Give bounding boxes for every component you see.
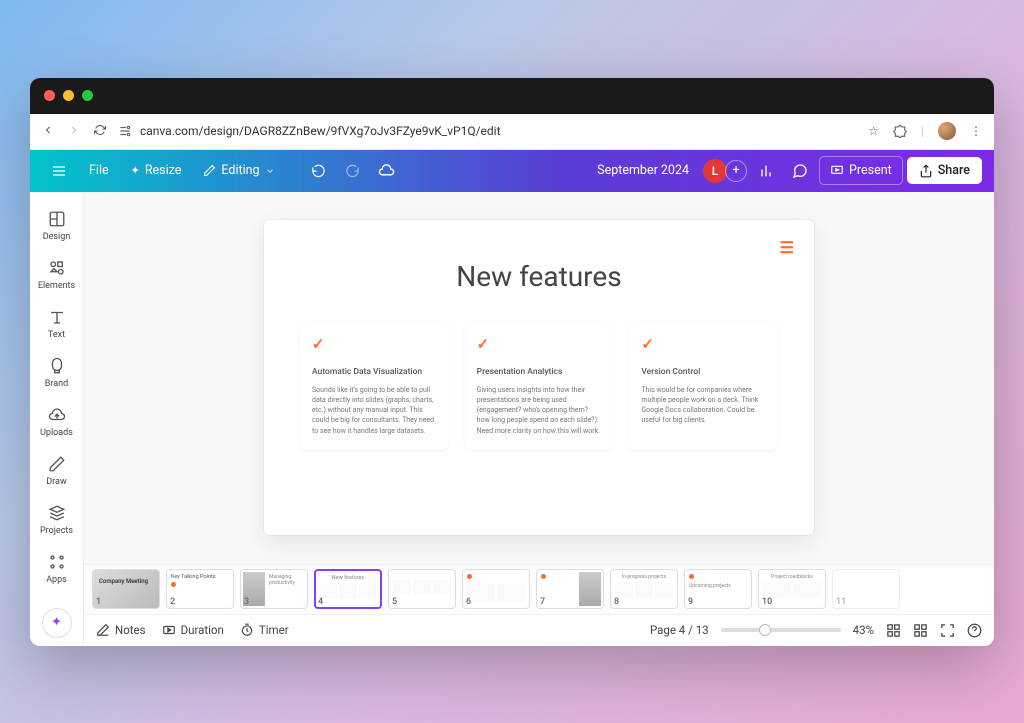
editing-mode-button[interactable]: Editing (194, 158, 283, 183)
sidebar-item-elements[interactable]: Elements (30, 251, 83, 298)
card-title: Version Control (641, 367, 766, 377)
slide-thumbnail[interactable]: Upcoming projects9 (684, 569, 752, 609)
slide-thumbnail[interactable]: 6 (462, 569, 530, 609)
slide-thumbnail[interactable]: Key Talking Points2 (166, 569, 234, 609)
feature-card[interactable]: ✓ Automatic Data Visualization Sounds li… (300, 321, 449, 450)
close-window-button[interactable] (44, 90, 55, 101)
user-avatar[interactable]: L (703, 159, 727, 183)
sidebar-item-uploads[interactable]: Uploads (30, 398, 83, 445)
extensions-icon[interactable] (893, 124, 907, 138)
slide-thumbnail[interactable]: Managing productivity3 (240, 569, 308, 609)
help-icon[interactable] (967, 623, 982, 638)
app-toolbar: File ✦Resize Editing September 2024 L + … (30, 150, 994, 192)
zoom-slider[interactable] (721, 628, 841, 632)
slide-thumbnail[interactable]: Project roadblocks10 (758, 569, 826, 609)
file-button[interactable]: File (80, 158, 118, 183)
notes-button[interactable]: Notes (96, 623, 146, 637)
analytics-icon[interactable] (751, 156, 781, 186)
present-button[interactable]: Present (819, 156, 903, 185)
duration-button[interactable]: Duration (162, 623, 224, 637)
url-text[interactable]: canva.com/design/DAGR8ZZnBew/9fVXg7oJv3F… (140, 124, 501, 138)
fullscreen-icon[interactable] (940, 623, 955, 638)
project-name[interactable]: September 2024 (597, 163, 689, 178)
slide-thumbnail[interactable]: New features4 (314, 569, 382, 609)
page-indicator: Page 4 / 13 (650, 623, 709, 637)
slide-title[interactable]: New features (300, 260, 778, 293)
sidebar-item-projects[interactable]: Projects (30, 496, 83, 543)
comment-icon[interactable] (785, 156, 815, 186)
bottom-bar: Notes Duration Timer Page 4 / 13 43% (84, 614, 994, 646)
sidebar-item-design[interactable]: Design (30, 202, 83, 249)
card-body: Sounds like it's going to be able to pul… (312, 385, 437, 436)
sidebar-item-apps[interactable]: Apps (30, 545, 83, 592)
redo-button[interactable] (338, 156, 368, 186)
bookmark-icon[interactable]: ☆ (868, 124, 879, 138)
minimize-window-button[interactable] (63, 90, 74, 101)
slide-thumbnail[interactable]: Company Meeting1 (92, 569, 160, 609)
share-button[interactable]: Share (907, 157, 982, 184)
scroll-view-icon[interactable] (913, 623, 928, 638)
maximize-window-button[interactable] (82, 90, 93, 101)
browser-menu-icon[interactable]: ⋮ (970, 124, 982, 138)
browser-profile-avatar[interactable] (938, 122, 956, 140)
check-icon: ✓ (641, 335, 766, 353)
resize-button[interactable]: ✦Resize (122, 158, 191, 183)
cloud-sync-icon[interactable] (372, 156, 402, 186)
grid-view-icon[interactable] (886, 623, 901, 638)
magic-button[interactable]: ✦ (42, 608, 72, 638)
sidebar-item-brand[interactable]: Brand (30, 349, 83, 396)
canvas-area: ☰ New features ✓ Automatic Data Visualiz… (84, 192, 994, 646)
slide-thumbnail[interactable]: 11 (832, 569, 900, 609)
add-collaborator-button[interactable]: + (725, 160, 747, 182)
thumbnail-strip: Company Meeting1 Key Talking Points2 Man… (84, 564, 994, 614)
app-window: canva.com/design/DAGR8ZZnBew/9fVXg7oJv3F… (30, 78, 994, 646)
sidebar-item-draw[interactable]: Draw (30, 447, 83, 494)
slide-thumbnail[interactable]: In-progress projects8 (610, 569, 678, 609)
feature-card[interactable]: ✓ Presentation Analytics Giving users in… (465, 321, 614, 450)
sidebar-item-text[interactable]: Text (30, 300, 83, 347)
window-titlebar (30, 78, 994, 114)
slide-menu-icon[interactable]: ☰ (780, 238, 794, 257)
card-body: This would be for companies where multip… (641, 385, 766, 426)
card-title: Presentation Analytics (477, 367, 602, 377)
check-icon: ✓ (477, 335, 602, 353)
slide-thumbnail[interactable]: 5 (388, 569, 456, 609)
check-icon: ✓ (312, 335, 437, 353)
site-settings-icon[interactable] (118, 124, 132, 138)
back-button[interactable] (42, 124, 54, 139)
undo-button[interactable] (304, 156, 334, 186)
feature-card[interactable]: ✓ Version Control This would be for comp… (629, 321, 778, 450)
slide-thumbnail[interactable]: 7 (536, 569, 604, 609)
card-title: Automatic Data Visualization (312, 367, 437, 377)
reload-button[interactable] (94, 124, 106, 139)
card-body: Giving users insights into how their pre… (477, 385, 602, 436)
forward-button[interactable] (68, 124, 80, 139)
timer-button[interactable]: Timer (240, 623, 289, 637)
current-slide[interactable]: ☰ New features ✓ Automatic Data Visualiz… (264, 220, 814, 535)
browser-url-bar: canva.com/design/DAGR8ZZnBew/9fVXg7oJv3F… (30, 114, 994, 150)
left-sidebar: Design Elements Text Brand Uploads Draw … (30, 192, 84, 646)
menu-button[interactable] (42, 158, 76, 184)
zoom-percentage[interactable]: 43% (853, 623, 874, 637)
